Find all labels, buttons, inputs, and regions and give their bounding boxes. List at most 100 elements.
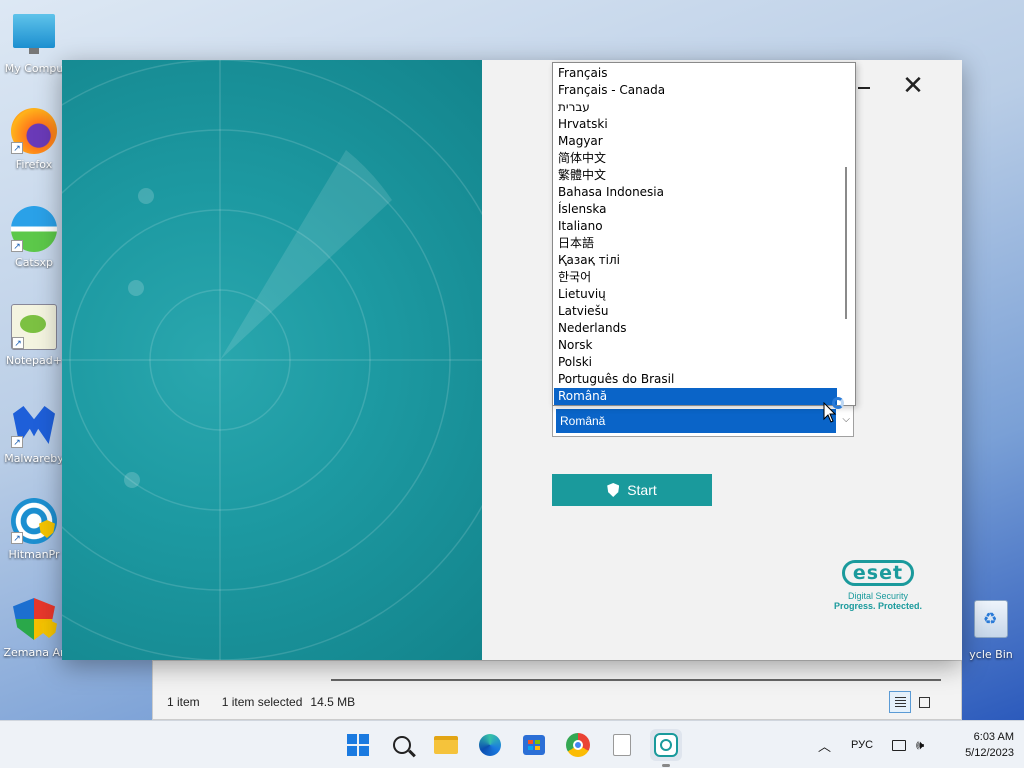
desktop-icon-recycle-bin[interactable]: ♻ ycle Bin bbox=[958, 600, 1024, 664]
eset-taskbar-button[interactable] bbox=[650, 729, 682, 767]
language-option[interactable]: 简体中文 bbox=[554, 150, 838, 167]
chrome-button[interactable] bbox=[562, 729, 594, 761]
language-option[interactable]: 日本語 bbox=[554, 235, 838, 252]
desktop-icon-label: Firefox bbox=[15, 158, 53, 171]
close-icon: ✕ bbox=[902, 71, 924, 101]
start-button-label: Start bbox=[627, 482, 657, 498]
network-icon bbox=[892, 739, 906, 751]
minimize-button[interactable] bbox=[858, 72, 872, 102]
status-bar: 1 item 1 item selected 14.5 MB bbox=[167, 695, 355, 709]
clock[interactable]: 6:03 AM 5/12/2023 bbox=[944, 729, 1014, 761]
eset-logo-tagline: Digital Security bbox=[847, 591, 909, 601]
details-view-button[interactable] bbox=[889, 691, 911, 713]
file-explorer-icon bbox=[434, 736, 458, 754]
store-button[interactable] bbox=[518, 729, 550, 761]
zemana-icon bbox=[11, 596, 57, 642]
close-button[interactable]: ✕ bbox=[898, 72, 928, 102]
language-option[interactable]: עברית bbox=[554, 99, 838, 116]
shortcut-arrow-icon: ↗ bbox=[11, 142, 23, 154]
details-view-icon bbox=[895, 697, 906, 708]
eset-logo-slogan: Progress. Protected. bbox=[833, 601, 923, 611]
eset-banner bbox=[62, 60, 482, 660]
language-option[interactable]: Norsk bbox=[554, 337, 838, 354]
malwarebytes-icon: ↗ bbox=[11, 402, 57, 448]
firefox-icon: ↗ bbox=[11, 108, 57, 154]
chevron-down-icon: ⌵ bbox=[842, 414, 850, 425]
volume-button[interactable]: 🕪 bbox=[916, 721, 924, 768]
status-selected: 1 item selected bbox=[221, 695, 303, 709]
edge-icon bbox=[479, 734, 501, 756]
hitmanpro-icon: ↗ bbox=[11, 498, 57, 544]
language-option[interactable]: Français - Canada bbox=[554, 82, 838, 99]
shortcut-arrow-icon: ↗ bbox=[11, 436, 23, 448]
notepad-button[interactable] bbox=[606, 729, 638, 761]
desktop-icon-label: HitmanPr bbox=[8, 548, 60, 561]
chevron-up-icon: ︿ bbox=[818, 738, 832, 754]
language-option[interactable]: Português do Brasil bbox=[554, 371, 838, 388]
language-indicator[interactable]: РУС bbox=[851, 721, 873, 768]
shortcut-arrow-icon: ↗ bbox=[11, 532, 23, 544]
tiles-view-button[interactable] bbox=[913, 691, 935, 713]
show-hidden-icons-button[interactable]: ︿ bbox=[818, 721, 831, 768]
radar-graphic bbox=[62, 60, 482, 660]
file-explorer-button[interactable] bbox=[430, 729, 462, 761]
clock-time: 6:03 AM bbox=[973, 731, 1014, 743]
status-size: 14.5 MB bbox=[310, 695, 356, 709]
language-select[interactable]: Română ⌵ bbox=[552, 405, 854, 437]
desktop-icon-label: ycle Bin bbox=[969, 648, 1013, 661]
desktop-icon-zemana[interactable]: Zemana Ar bbox=[0, 592, 68, 672]
store-icon bbox=[523, 735, 545, 755]
start-button[interactable]: Start bbox=[552, 474, 712, 506]
start-icon bbox=[347, 734, 369, 756]
file-explorer-window: 1 item 1 item selected 14.5 MB bbox=[152, 660, 962, 720]
start-button-taskbar[interactable] bbox=[342, 729, 374, 761]
desktop-icon-firefox[interactable]: ↗ Firefox bbox=[0, 104, 68, 184]
desktop-icon-label: Catsxp bbox=[15, 256, 53, 269]
eset-logo-mark: eset bbox=[841, 560, 915, 586]
desktop-icon-label: Notepad+ bbox=[6, 354, 62, 367]
notepad-plus-icon: ↗ bbox=[11, 304, 57, 350]
language-option[interactable]: Latviešu bbox=[554, 303, 838, 320]
language-select-value: Română bbox=[556, 409, 836, 433]
language-option[interactable]: Polski bbox=[554, 354, 838, 371]
language-option[interactable]: Lietuvių bbox=[554, 286, 838, 303]
language-option[interactable]: 繁體中文 bbox=[554, 167, 838, 184]
notepad-icon bbox=[613, 734, 631, 756]
catsxp-icon: ↗ bbox=[11, 206, 57, 252]
shortcut-arrow-icon: ↗ bbox=[12, 337, 24, 349]
desktop-icon-notepad-plus[interactable]: ↗ Notepad+ bbox=[0, 300, 68, 380]
desktop-icon-label: Zemana Ar bbox=[3, 646, 65, 659]
language-option[interactable]: 한국어 bbox=[554, 269, 838, 286]
minimize-icon bbox=[858, 87, 870, 89]
edge-button[interactable] bbox=[474, 729, 506, 761]
language-option[interactable]: Íslenska bbox=[554, 201, 838, 218]
eset-icon bbox=[654, 733, 678, 757]
language-indicator-label: РУС bbox=[851, 739, 874, 751]
desktop-icon-malwarebytes[interactable]: ↗ Malwareby bbox=[0, 398, 68, 478]
language-option[interactable]: Nederlands bbox=[554, 320, 838, 337]
desktop-icon-catsxp[interactable]: ↗ Catsxp bbox=[0, 202, 68, 282]
language-option[interactable]: Қазақ тілі bbox=[554, 252, 838, 269]
search-icon bbox=[393, 736, 416, 758]
language-dropdown-list[interactable]: Français Français - Canada עברית Hrvatsk… bbox=[552, 62, 856, 406]
dropdown-scrollbar-thumb[interactable] bbox=[845, 167, 847, 319]
network-button[interactable] bbox=[892, 721, 906, 768]
recycle-bin-icon: ♻ bbox=[974, 600, 1008, 638]
search-button[interactable] bbox=[386, 729, 418, 761]
desktop-icon-hitmanpro[interactable]: ↗ HitmanPr bbox=[0, 494, 68, 574]
taskbar: ︿ РУС 🕪 6:03 AM 5/12/2023 bbox=[0, 720, 1024, 768]
language-option[interactable]: Bahasa Indonesia bbox=[554, 184, 838, 201]
volume-icon: 🕪 bbox=[916, 737, 925, 752]
shield-icon bbox=[607, 483, 620, 497]
horizontal-scrollbar[interactable] bbox=[331, 679, 941, 681]
language-option[interactable]: Hrvatski bbox=[554, 116, 838, 133]
language-option[interactable]: Magyar bbox=[554, 133, 838, 150]
desktop-icon-label: My Compu bbox=[4, 62, 64, 75]
eset-logo: eset Digital Security Progress. Protecte… bbox=[828, 560, 928, 611]
desktop-icon-my-computer[interactable]: My Compu bbox=[0, 8, 68, 88]
language-option[interactable]: Italiano bbox=[554, 218, 838, 235]
language-option-selected[interactable]: Română bbox=[554, 388, 838, 405]
shortcut-arrow-icon: ↗ bbox=[11, 240, 23, 252]
language-option[interactable]: Français bbox=[554, 65, 838, 82]
status-item-count: 1 item bbox=[167, 695, 200, 709]
